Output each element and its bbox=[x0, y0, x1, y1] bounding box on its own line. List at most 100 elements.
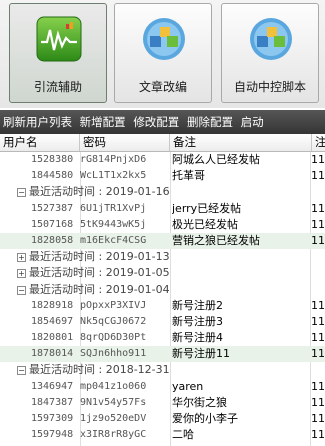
table-row[interactable]: 1597309 1jz9o520eDV 爱你的小李子 11 bbox=[0, 411, 325, 427]
table-row[interactable]: 1844580 WcL1T1x2kx5 托革哥 11 bbox=[0, 168, 325, 184]
username-cell: 1507168 bbox=[31, 218, 74, 230]
chart-wave-icon bbox=[36, 16, 82, 62]
extra-cell: 11 bbox=[311, 233, 325, 247]
extra-cell: 11 bbox=[311, 428, 325, 442]
note-cell: yaren bbox=[172, 379, 204, 393]
column-header-password[interactable]: 密码 bbox=[80, 134, 170, 151]
table-row[interactable]: 1878014 SQJn6hho911 新号注册11 11 bbox=[0, 346, 325, 363]
username-cell: 1847387 bbox=[31, 396, 74, 408]
group-header[interactable]: − 最近活动时间 : 2018-12-31 bbox=[0, 362, 325, 378]
expand-toggle-icon[interactable]: + bbox=[17, 269, 26, 279]
extra-cell: 11 bbox=[311, 169, 325, 183]
note-cell: 托革哥 bbox=[172, 169, 205, 183]
extra-cell: 11 bbox=[311, 395, 325, 409]
username-cell: 1528380 bbox=[31, 154, 74, 165]
table-row[interactable]: 1847387 9N1v54y57Fs 华尔街之狼 11 bbox=[0, 395, 325, 411]
table-row[interactable]: 1507168 5tK9443wK5j 极光已经发帖 11 bbox=[0, 217, 325, 233]
edit-config-button[interactable]: 修改配置 bbox=[133, 115, 179, 129]
group-label: 最近活动时间 : 2019-01-04 bbox=[29, 282, 170, 296]
username-cell: 1820801 bbox=[31, 332, 74, 344]
extra-cell: 11 bbox=[311, 201, 325, 215]
username-cell: 1828058 bbox=[31, 234, 74, 246]
note-cell: jerry已经发帖 bbox=[172, 201, 242, 215]
auto-control-script-label: 自动中控脚本 bbox=[233, 80, 306, 94]
extra-cell: 11 bbox=[311, 153, 325, 166]
note-cell: 阿城么人已经发帖 bbox=[172, 153, 260, 166]
table-row[interactable]: 1828058 m16EkcF4CSG 营销之狼已经发帖 11 bbox=[0, 232, 325, 250]
traffic-assist-button[interactable]: 引流辅助 bbox=[9, 3, 107, 103]
username-cell: 1854697 bbox=[31, 315, 74, 327]
username-cell: 1878014 bbox=[31, 348, 74, 360]
password-cell: rG814PnjxD6 bbox=[80, 154, 147, 165]
note-cell: 华尔街之狼 bbox=[172, 395, 227, 409]
grid-rows: 1528380 rG814PnjxD6 阿城么人已经发帖 11 1844580 WcL1T… bbox=[0, 152, 325, 443]
extra-cell: 11 bbox=[311, 347, 325, 361]
table-row[interactable]: 1820801 8qrQD6D30Pt 新号注册4 11 bbox=[0, 330, 325, 346]
expand-toggle-icon[interactable]: + bbox=[17, 253, 26, 263]
password-cell: x3IR8rR8yGC bbox=[80, 429, 147, 441]
extra-cell: 11 bbox=[311, 217, 325, 231]
group-label: 最近活动时间 : 2019-01-16 bbox=[29, 185, 170, 199]
password-cell: 9N1v54y57Fs bbox=[80, 396, 147, 408]
username-cell: 1597948 bbox=[31, 429, 74, 441]
cubes-icon bbox=[250, 18, 292, 60]
group-header[interactable]: − 最近活动时间 : 2019-01-04 bbox=[0, 282, 325, 298]
expand-toggle-icon[interactable]: − bbox=[17, 285, 26, 295]
note-cell: 营销之狼已经发帖 bbox=[172, 233, 260, 247]
user-grid: 用户名 密码 备注 注 1528380 rG814PnjxD6 阿城么人已经发帖 11… bbox=[0, 134, 325, 446]
table-row[interactable]: 1528380 rG814PnjxD6 阿城么人已经发帖 11 bbox=[0, 152, 325, 168]
username-cell: 1346947 bbox=[31, 380, 74, 392]
username-cell: 1844580 bbox=[31, 170, 74, 182]
expand-toggle-icon[interactable]: − bbox=[17, 188, 26, 198]
username-cell: 1527387 bbox=[31, 202, 74, 214]
extra-cell: 11 bbox=[311, 379, 325, 393]
note-cell: 新号注册3 bbox=[172, 314, 223, 328]
password-cell: 6U1jTR1XvPj bbox=[80, 202, 147, 214]
group-header[interactable]: + 最近活动时间 : 2019-01-05 bbox=[0, 265, 325, 281]
note-cell: 爱你的小李子 bbox=[172, 412, 238, 425]
note-cell: 新号注册2 bbox=[172, 298, 223, 312]
table-row[interactable]: 1527387 6U1jTR1XvPj jerry已经发帖 11 bbox=[0, 201, 325, 217]
traffic-assist-label: 引流辅助 bbox=[33, 80, 82, 94]
note-cell: 极光已经发帖 bbox=[172, 217, 238, 231]
note-cell: 新号注册4 bbox=[172, 331, 223, 345]
table-row[interactable]: 1597948 x3IR8rR8yGC 二哈 11 bbox=[0, 427, 325, 443]
password-cell: pOpxxP3XIVJ bbox=[80, 299, 147, 311]
password-cell: 5tK9443wK5j bbox=[80, 218, 147, 230]
password-cell: mp041z1o060 bbox=[80, 380, 147, 392]
table-row[interactable]: 1346947 mp041z1o060 yaren 11 bbox=[0, 379, 325, 395]
delete-config-button[interactable]: 删除配置 bbox=[187, 115, 233, 129]
column-header-note[interactable]: 备注 bbox=[170, 134, 312, 151]
article-rewrite-button[interactable]: 文章改编 bbox=[114, 3, 212, 103]
password-cell: WcL1T1x2kx5 bbox=[80, 170, 147, 182]
cubes-icon bbox=[143, 18, 185, 60]
group-label: 最近活动时间 : 2018-12-31 bbox=[29, 363, 170, 377]
password-cell: SQJn6hho911 bbox=[80, 348, 147, 360]
username-cell: 1597309 bbox=[31, 413, 74, 424]
extra-cell: 11 bbox=[311, 412, 325, 425]
article-rewrite-label: 文章改编 bbox=[138, 80, 187, 94]
password-cell: 8qrQD6D30Pt bbox=[80, 332, 147, 344]
table-row[interactable]: 1854697 Nk5qCGJ0672 新号注册3 11 bbox=[0, 314, 325, 330]
add-config-button[interactable]: 新增配置 bbox=[80, 115, 126, 129]
column-header-extra[interactable]: 注 bbox=[312, 134, 325, 151]
action-toolbar: 刷新用户列表 新增配置 修改配置 删除配置 启动 bbox=[0, 110, 325, 134]
group-label: 最近活动时间 : 2019-01-05 bbox=[29, 266, 170, 280]
refresh-user-list-button[interactable]: 刷新用户列表 bbox=[3, 115, 72, 129]
start-button[interactable]: 启动 bbox=[241, 115, 264, 129]
note-cell: 二哈 bbox=[172, 428, 194, 442]
expand-toggle-icon[interactable]: − bbox=[17, 366, 26, 376]
top-toolbar: 引流辅助 文章改编 自动中控脚本 bbox=[0, 0, 325, 108]
password-cell: 1jz9o520eDV bbox=[80, 413, 147, 424]
auto-control-script-button[interactable]: 自动中控脚本 bbox=[221, 3, 319, 103]
note-cell: 新号注册11 bbox=[172, 347, 230, 361]
group-header[interactable]: + 最近活动时间 : 2019-01-13 bbox=[0, 249, 325, 265]
password-cell: Nk5qCGJ0672 bbox=[80, 315, 147, 327]
group-header[interactable]: − 最近活动时间 : 2019-01-16 bbox=[0, 184, 325, 200]
grid-header: 用户名 密码 备注 注 bbox=[0, 134, 325, 152]
extra-cell: 11 bbox=[311, 314, 325, 328]
group-label: 最近活动时间 : 2019-01-13 bbox=[29, 250, 170, 264]
table-row[interactable]: 1828918 pOpxxP3XIVJ 新号注册2 11 bbox=[0, 298, 325, 314]
password-cell: m16EkcF4CSG bbox=[80, 234, 147, 246]
column-header-username[interactable]: 用户名 bbox=[0, 134, 80, 151]
